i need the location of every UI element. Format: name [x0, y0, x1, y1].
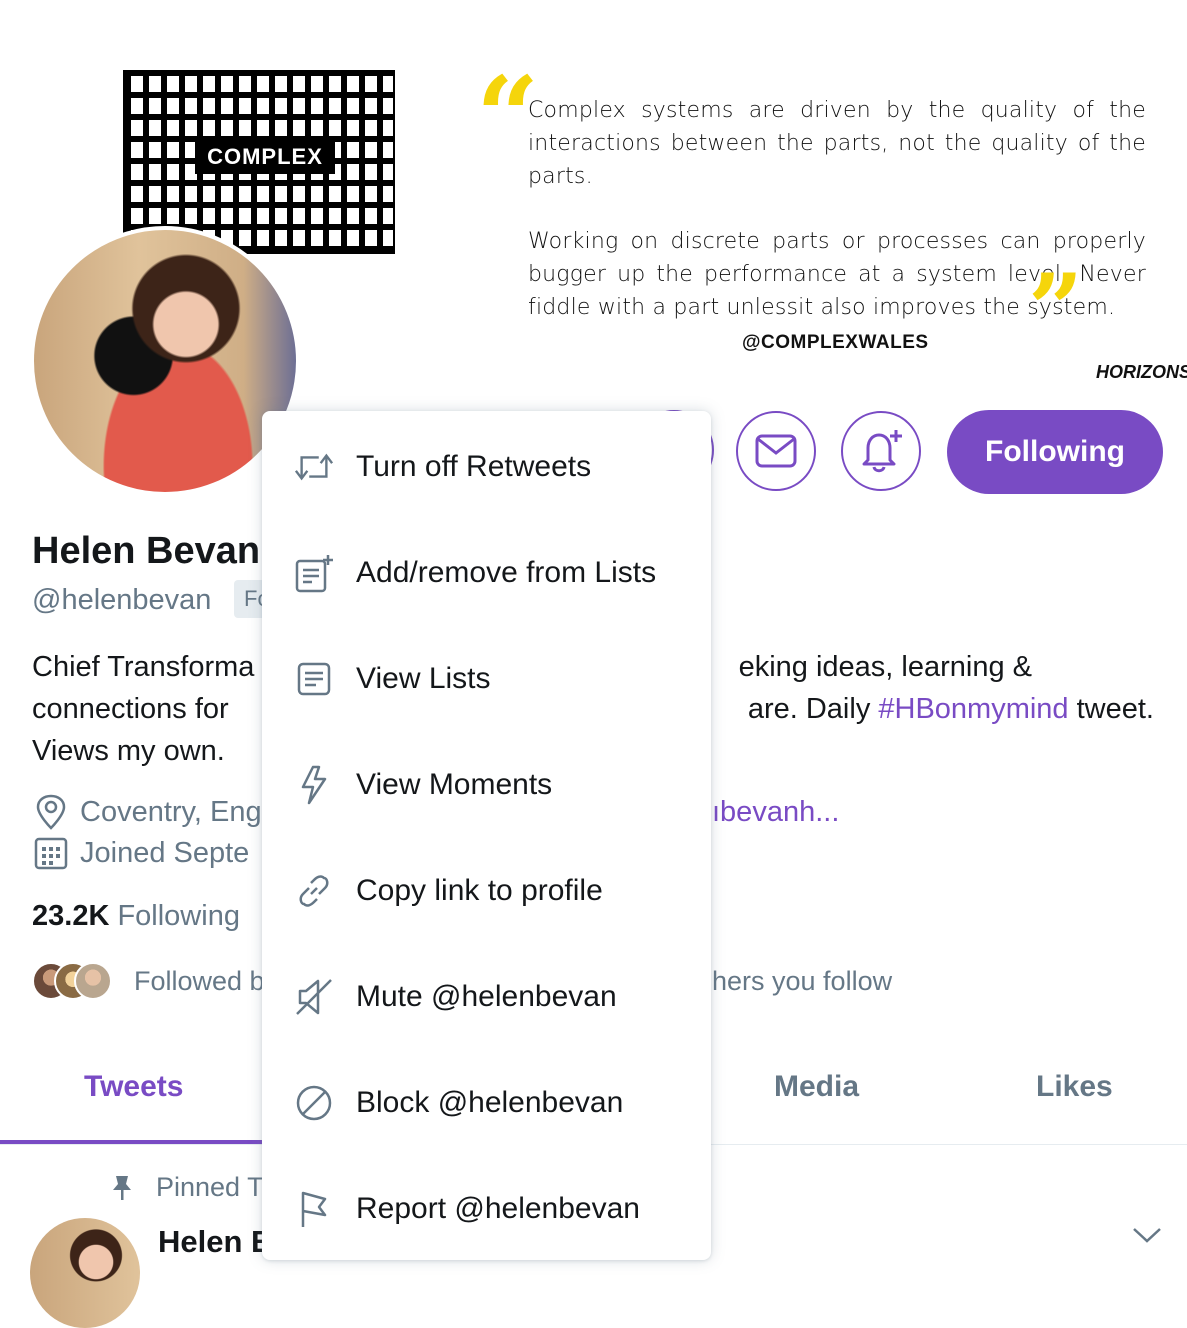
menu-item-turn-off-retweets[interactable]: Turn off Retweets — [262, 414, 711, 520]
followers-you-know-avatars[interactable] — [32, 962, 112, 1002]
following-count-label: Following — [117, 900, 240, 932]
bio-line1-right: eking ideas, learning & — [738, 651, 1032, 683]
lightning-icon — [294, 765, 334, 805]
menu-label: View Moments — [356, 768, 553, 801]
location-pin-icon — [36, 794, 66, 830]
following-count-link[interactable]: 23.2K Following — [32, 900, 240, 933]
tab-tweets[interactable]: Tweets — [84, 1070, 183, 1104]
tweet-author-name[interactable]: Helen E — [158, 1224, 272, 1260]
quote-paragraph-1: Complex systems are driven by the qualit… — [528, 98, 1146, 189]
menu-label: Mute @helenbevan — [356, 980, 617, 1013]
menu-label: View Lists — [356, 662, 491, 695]
tweet-author-avatar[interactable] — [30, 1218, 140, 1328]
quote-handle: @COMPLEXWALES — [742, 332, 929, 353]
menu-item-view-moments[interactable]: View Moments — [262, 732, 711, 838]
profile-name: Helen Bevan — [32, 530, 261, 572]
chevron-down-icon — [1133, 1228, 1161, 1243]
menu-item-block[interactable]: Block @helenbevan — [262, 1050, 711, 1156]
tab-media[interactable]: Media — [774, 1070, 859, 1104]
horizons-logo: HORIZONS — [1096, 362, 1187, 382]
menu-item-add-remove-lists[interactable]: Add/remove from Lists — [262, 520, 711, 626]
lists-icon — [294, 659, 334, 699]
bell-plus-icon — [862, 430, 902, 473]
pinned-tweet-label: Pinned T — [110, 1172, 264, 1203]
pin-icon — [113, 1175, 131, 1200]
message-button[interactable] — [736, 411, 816, 491]
profile-handle: @helenbevan — [32, 584, 212, 616]
joined-row: Joined Septe — [34, 836, 249, 870]
menu-label: Report @helenbevan — [356, 1192, 640, 1225]
following-button[interactable]: Following — [947, 410, 1163, 494]
flag-icon — [294, 1189, 334, 1229]
menu-item-report[interactable]: Report @helenbevan — [262, 1156, 711, 1262]
followed-by-tail[interactable]: hers you follow — [712, 966, 892, 997]
profile-avatar[interactable] — [30, 226, 300, 496]
followed-by-text[interactable]: Followed b — [134, 966, 265, 997]
mini-avatar — [74, 962, 112, 1000]
hashtag-link[interactable]: #HBonmymind — [878, 693, 1068, 725]
menu-label: Block @helenbevan — [356, 1086, 624, 1119]
profile-website-link[interactable]: ıbevanh... — [712, 796, 839, 829]
bio-line2-left: connections for — [32, 693, 229, 725]
bio-line2-end: tweet. — [1068, 693, 1154, 725]
bio-line1-left: Chief Transforma — [32, 651, 255, 683]
maze-word: COMPLEX — [195, 140, 335, 174]
list-add-icon — [294, 553, 334, 593]
menu-label: Turn off Retweets — [356, 450, 592, 483]
menu-label: Copy link to profile — [356, 874, 603, 907]
tweet-options-button[interactable] — [1130, 1224, 1164, 1251]
block-icon — [294, 1083, 334, 1123]
menu-label: Add/remove from Lists — [356, 556, 657, 589]
pinned-text: Pinned T — [156, 1172, 264, 1202]
notifications-button[interactable] — [841, 411, 921, 491]
envelope-icon — [755, 434, 797, 468]
menu-item-mute[interactable]: Mute @helenbevan — [262, 944, 711, 1050]
location-text: Coventry, Eng — [80, 795, 262, 828]
menu-item-view-lists[interactable]: View Lists — [262, 626, 711, 732]
joined-text: Joined Septe — [80, 836, 250, 869]
tab-likes[interactable]: Likes — [1036, 1070, 1113, 1104]
close-quote-icon: ” — [1028, 253, 1084, 366]
menu-item-copy-link[interactable]: Copy link to profile — [262, 838, 711, 944]
calendar-icon — [34, 837, 68, 870]
mute-icon — [294, 977, 334, 1017]
profile-more-menu: Turn off Retweets Add/remove from Lists … — [262, 411, 711, 1260]
bio-line2-right: are. Daily — [747, 693, 879, 725]
link-icon — [294, 871, 334, 911]
following-count: 23.2K — [32, 900, 110, 932]
location-row: Coventry, Eng — [34, 794, 262, 830]
retweet-icon — [294, 447, 334, 487]
